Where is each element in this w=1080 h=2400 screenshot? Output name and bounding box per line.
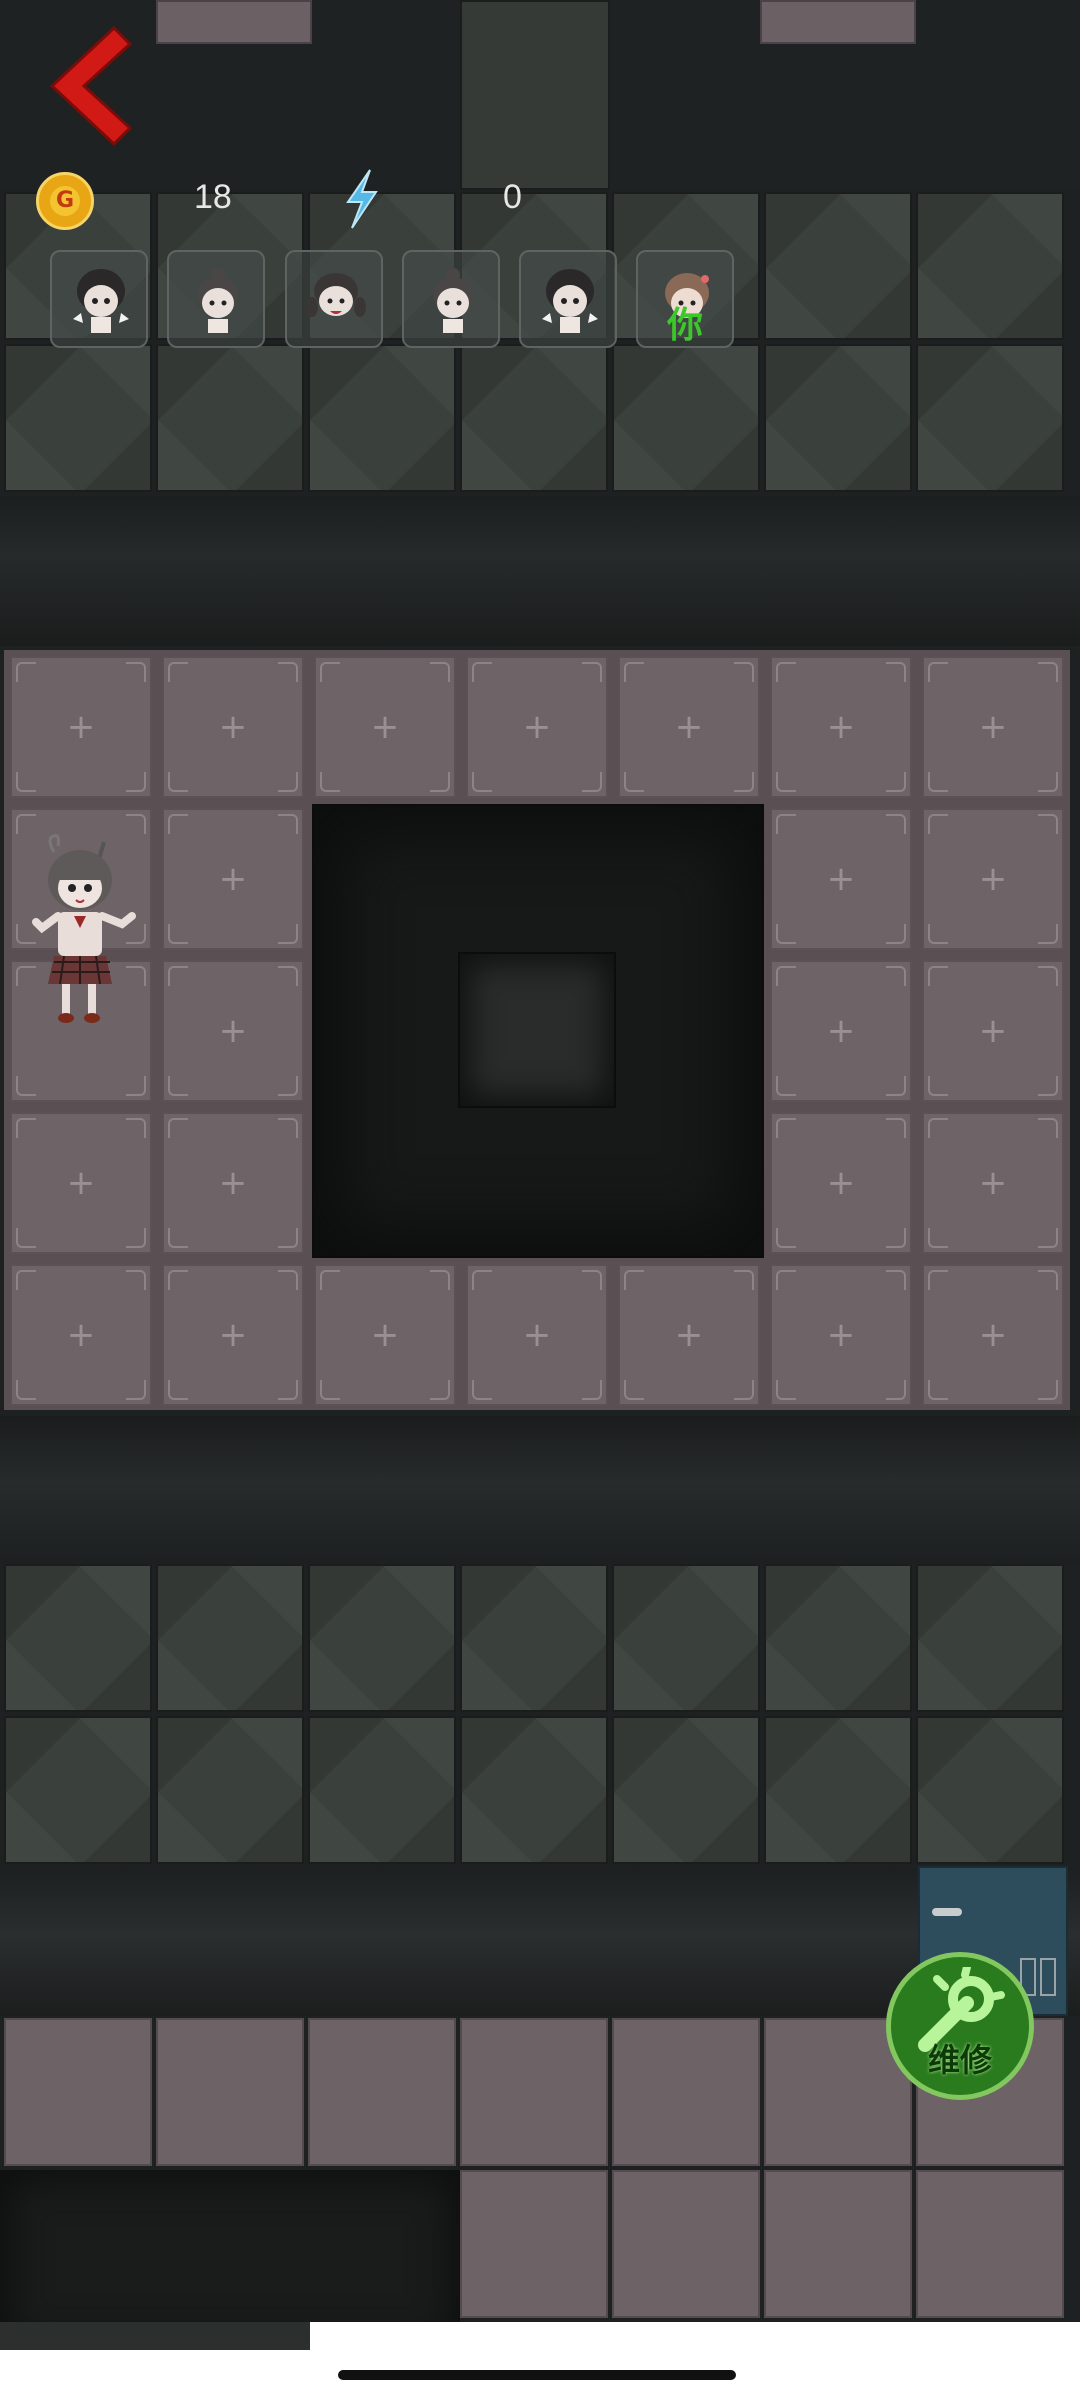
- floor-tile: [916, 344, 1064, 492]
- energy-value: 0: [503, 178, 522, 216]
- build-slot[interactable]: +: [770, 1264, 912, 1406]
- pit-center: [458, 952, 616, 1108]
- gold-coin-letter: G: [50, 186, 80, 216]
- player-avatar-5[interactable]: [519, 250, 617, 348]
- floor-tile: [4, 1564, 152, 1712]
- build-slot[interactable]: +: [10, 656, 152, 798]
- floor-tile: [308, 344, 456, 492]
- floor-tile-pink: [156, 2018, 304, 2166]
- build-slot[interactable]: +: [314, 656, 456, 798]
- build-slot[interactable]: +: [922, 1112, 1064, 1254]
- top-door-right: [760, 0, 916, 44]
- floor-tile: [308, 1716, 456, 1864]
- wall-band-lower: [0, 1416, 1080, 1564]
- floor-tile: [308, 1564, 456, 1712]
- floor-tile: [764, 192, 912, 340]
- build-slot[interactable]: +: [10, 1264, 152, 1406]
- build-slot[interactable]: +: [922, 808, 1064, 950]
- build-slot[interactable]: +: [770, 960, 912, 1102]
- pigtails-face-icon: [306, 273, 366, 317]
- build-slot[interactable]: +: [162, 1264, 304, 1406]
- build-slot[interactable]: +: [162, 808, 304, 950]
- floor-tile-pink: [308, 2018, 456, 2166]
- floor-tile: [156, 1716, 304, 1864]
- build-slot[interactable]: +: [314, 1264, 456, 1406]
- floor-tile: [612, 344, 760, 492]
- repair-label: 维修: [927, 2041, 992, 2079]
- player-avatar-4[interactable]: [402, 250, 500, 348]
- build-slot[interactable]: +: [162, 1112, 304, 1254]
- gold-value: 18: [194, 178, 232, 216]
- build-slot[interactable]: +: [922, 1264, 1064, 1406]
- build-slot[interactable]: +: [466, 1264, 608, 1406]
- floor-tile: [460, 1716, 608, 1864]
- player-avatar-2[interactable]: [167, 250, 265, 348]
- build-slot[interactable]: +: [162, 960, 304, 1102]
- player-avatar-3[interactable]: [285, 250, 383, 348]
- floor-tile: [916, 1564, 1064, 1712]
- back-arrow-icon[interactable]: [44, 22, 136, 152]
- build-slot[interactable]: +: [770, 808, 912, 950]
- floor-edge: [0, 2322, 310, 2350]
- floor-tile: [764, 1716, 912, 1864]
- floor-tile: [764, 344, 912, 492]
- girl-bows-face-icon: [73, 269, 129, 333]
- build-slot[interactable]: +: [618, 1264, 760, 1406]
- player-avatar-you[interactable]: 你: [636, 250, 734, 348]
- floor-tile-pink: [460, 2018, 608, 2166]
- home-indicator[interactable]: [338, 2370, 736, 2380]
- floor-tile: [612, 1564, 760, 1712]
- top-corridor: [460, 0, 610, 190]
- floor-tile: [4, 1716, 152, 1864]
- bun-hair-face-icon: [433, 268, 473, 333]
- girl-bows-face-icon: [542, 269, 598, 333]
- floor-tile: [460, 344, 608, 492]
- gold-coin-icon: G: [36, 172, 94, 230]
- floor-tile: [764, 1564, 912, 1712]
- top-door-left: [156, 0, 312, 44]
- build-slot[interactable]: +: [770, 1112, 912, 1254]
- floor-tile-pink: [764, 2170, 912, 2318]
- build-slot[interactable]: +: [466, 656, 608, 798]
- floor-tile: [156, 1564, 304, 1712]
- energy-lightning-icon: [346, 169, 378, 229]
- repair-button[interactable]: 维修: [886, 1952, 1034, 2100]
- floor-tile-pink: [612, 2018, 760, 2166]
- floor-tile: [916, 192, 1064, 340]
- build-slot[interactable]: +: [770, 656, 912, 798]
- you-tag: 你: [666, 305, 703, 346]
- door-panel: [1040, 1958, 1056, 1996]
- bun-hair-face-icon: [198, 268, 238, 333]
- build-slot[interactable]: +: [10, 1112, 152, 1254]
- floor-tile-pink: [460, 2170, 608, 2318]
- build-slot[interactable]: +: [922, 656, 1064, 798]
- build-slot[interactable]: +: [162, 656, 304, 798]
- wall-band-upper: [0, 496, 1080, 646]
- build-slot[interactable]: +: [618, 656, 760, 798]
- floor-tile: [916, 1716, 1064, 1864]
- floor-tile-pink: [4, 2018, 152, 2166]
- player-avatar-1[interactable]: [50, 250, 148, 348]
- floor-tile: [156, 344, 304, 492]
- floor-tile: [612, 1716, 760, 1864]
- floor-tile: [460, 1564, 608, 1712]
- build-slot[interactable]: +: [922, 960, 1064, 1102]
- floor-tile-pink: [612, 2170, 760, 2318]
- character-sprite: [32, 834, 136, 1023]
- floor-tile: [4, 344, 152, 492]
- door-handle: [932, 1908, 962, 1916]
- floor-tile-pink: [916, 2170, 1064, 2318]
